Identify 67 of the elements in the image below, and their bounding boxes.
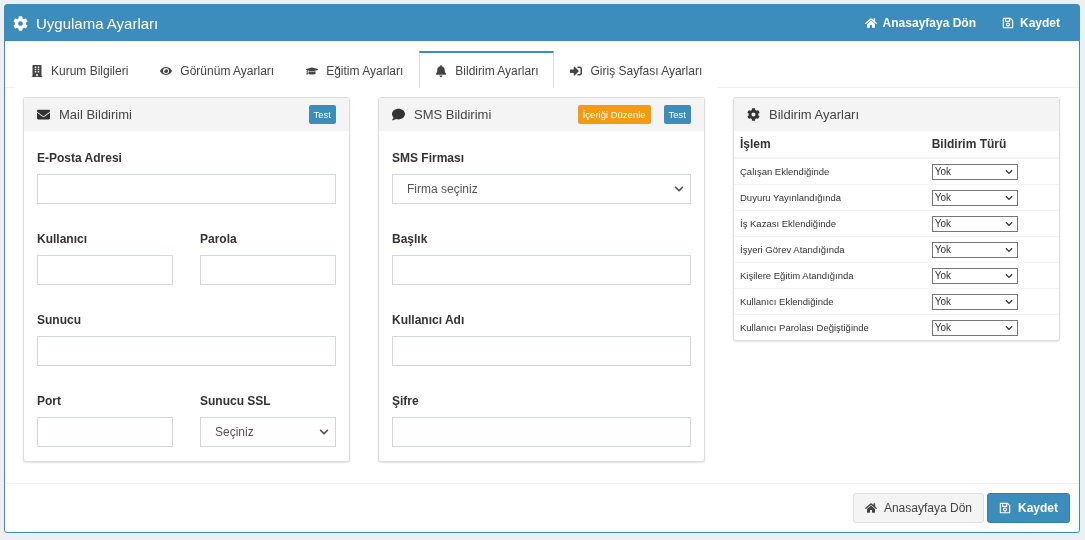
field-label: Başlık <box>392 232 429 246</box>
chevron-icon <box>319 427 329 437</box>
select-field[interactable]: Yok <box>931 215 1018 232</box>
input-field[interactable] <box>37 417 173 447</box>
select-field[interactable]: Yok <box>931 189 1018 206</box>
input-field[interactable] <box>392 417 691 447</box>
chevron-icon <box>1004 219 1013 228</box>
table-cell: Kişilere Eğitim Atandığında <box>734 262 926 289</box>
select-field[interactable]: Yok <box>931 163 1018 180</box>
test-button[interactable]: Test <box>663 105 691 124</box>
settings-icon <box>13 15 28 31</box>
table-cell: Kullanıcı Eklendiğinde <box>734 288 926 315</box>
select-field[interactable]: Firma seçiniz <box>392 174 691 204</box>
select-field[interactable]: Yok <box>931 293 1018 310</box>
select-field[interactable]: Yok <box>931 267 1018 284</box>
table-cell: İşyeri Görev Atandığında <box>734 236 926 263</box>
select-field[interactable]: Yok <box>931 241 1018 258</box>
field-label: Kullanıcı Adı <box>392 313 466 327</box>
input-field[interactable] <box>37 336 336 366</box>
chevron-icon <box>1004 271 1013 280</box>
sign-in-icon <box>570 64 583 77</box>
column-header: Bildirim Türü <box>925 131 1059 158</box>
select-field[interactable]: Seçiniz <box>200 417 336 447</box>
home-button[interactable]: Anasayfaya Dön <box>855 16 985 30</box>
envelope-icon <box>37 108 50 121</box>
home-icon <box>864 17 877 29</box>
chevron-icon <box>1004 297 1013 306</box>
select-field[interactable]: Yok <box>931 319 1018 336</box>
field-label: Sunucu SSL <box>200 394 272 408</box>
field-label: SMS Firması <box>392 151 466 165</box>
test-button[interactable]: Test <box>308 105 336 124</box>
input-field[interactable] <box>392 255 691 285</box>
save-button[interactable]: Kaydet <box>987 493 1070 523</box>
field-label: Kullanıcı <box>37 232 88 246</box>
chevron-icon <box>1004 323 1013 332</box>
tab[interactable]: Bildirim Ayarları <box>419 51 555 88</box>
field-label: Port <box>37 394 62 408</box>
field-label: Şifre <box>392 394 420 408</box>
field-label: Sunucu <box>37 313 82 327</box>
panel-title: Mail Bildirimi <box>59 107 133 122</box>
graduation-cap-icon <box>306 64 319 77</box>
window-title: Uygulama Ayarları <box>36 14 160 32</box>
chevron-icon <box>1004 245 1013 254</box>
chevron-icon <box>674 184 684 194</box>
table-cell: İş Kazası Eklendiğinde <box>734 210 926 237</box>
building-icon <box>31 64 43 77</box>
panel-title: SMS Bildirimi <box>414 107 493 122</box>
table-cell: Duyuru Yayınlandığında <box>734 184 926 211</box>
bell-icon <box>435 64 448 77</box>
panel-title: Bildirim Ayarları <box>769 107 861 122</box>
input-field[interactable] <box>37 174 336 204</box>
eye-icon <box>160 64 173 77</box>
input-field[interactable] <box>392 336 691 366</box>
field-label: Parola <box>200 232 238 246</box>
speech-bubble-icon <box>392 108 405 121</box>
table-cell: Çalışan Eklendiğinde <box>734 158 926 185</box>
chevron-icon <box>1004 193 1013 202</box>
table-cell: Kullanıcı Parolası Değiştiğinde <box>734 314 926 340</box>
home-icon <box>864 502 877 514</box>
input-field[interactable] <box>200 255 336 285</box>
settings-icon <box>747 108 760 121</box>
home-button[interactable]: Anasayfaya Dön <box>852 493 984 523</box>
chevron-icon <box>1004 167 1013 176</box>
save-button[interactable]: Kaydet <box>993 16 1069 30</box>
input-field[interactable] <box>37 255 173 285</box>
field-label: E-Posta Adresi <box>37 151 123 165</box>
column-header: İşlem <box>734 131 926 158</box>
